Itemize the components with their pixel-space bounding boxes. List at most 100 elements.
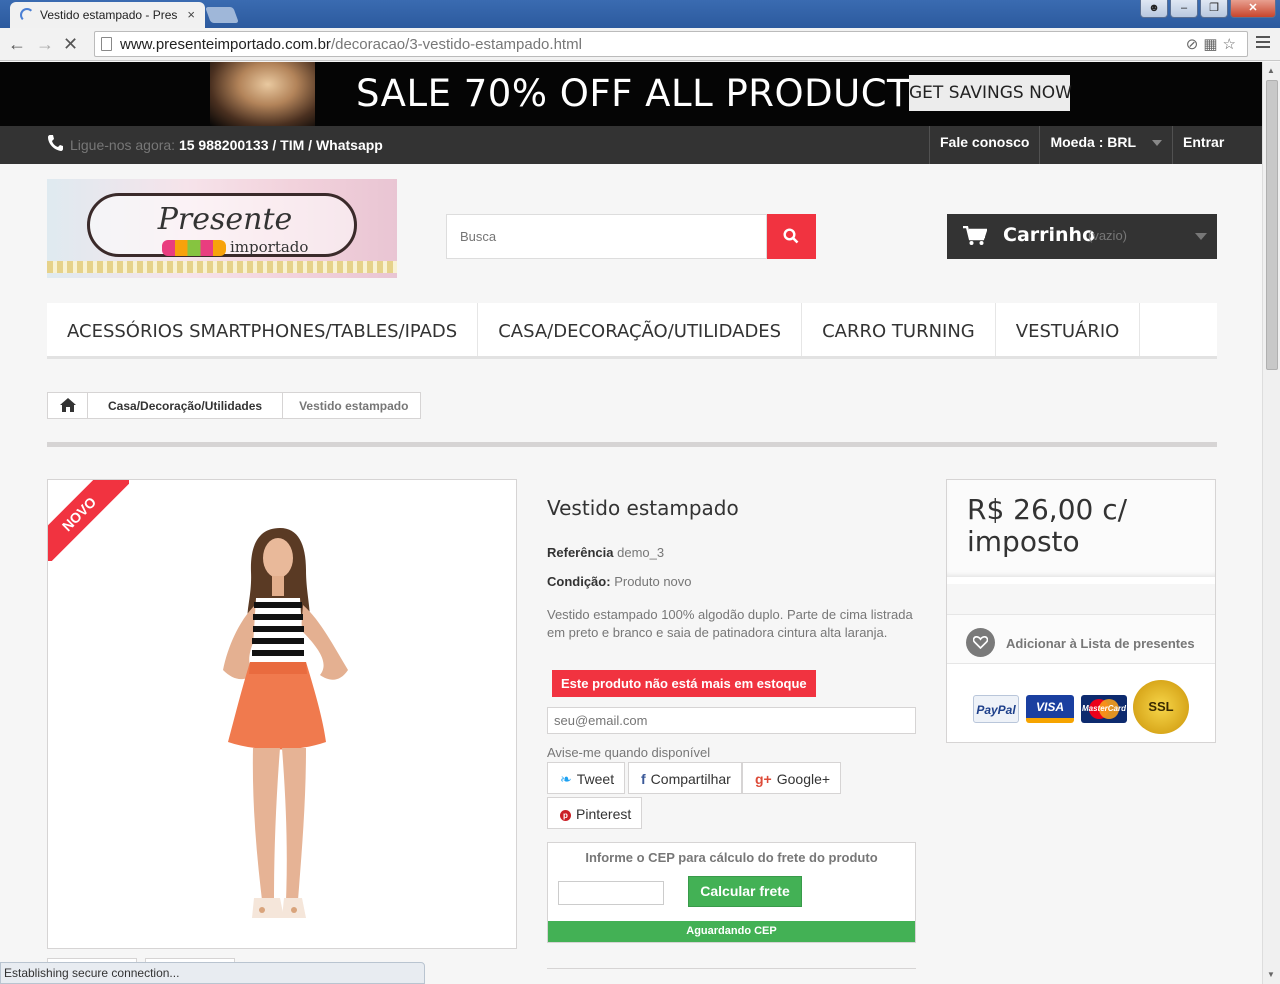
email-field[interactable] bbox=[547, 707, 916, 734]
breadcrumb-home[interactable] bbox=[48, 393, 88, 418]
price-box: R$ 26,00 c/ imposto Adicionar à Lista de… bbox=[946, 479, 1216, 743]
condition-value: Produto novo bbox=[614, 574, 692, 589]
product-reference: Referência demo_3 bbox=[547, 545, 664, 560]
currency-selector[interactable]: Moeda : BRL bbox=[1039, 126, 1172, 164]
ssl-seal-icon: SSL bbox=[1133, 680, 1189, 734]
url-domain: www.presenteimportado.com.br bbox=[120, 36, 331, 53]
logo-subtitle: importado bbox=[230, 238, 309, 256]
contact-link[interactable]: Fale conosco bbox=[929, 126, 1039, 164]
logo-ribbon bbox=[47, 261, 397, 273]
reference-value: demo_3 bbox=[617, 545, 665, 560]
product-title: Vestido estampado bbox=[547, 496, 739, 520]
new-badge: NOVO bbox=[48, 480, 129, 561]
search-button[interactable] bbox=[767, 214, 816, 259]
address-bar: ← → ✕ www.presenteimportado.com.br/decor… bbox=[0, 28, 1280, 61]
scroll-up-icon[interactable]: ▲ bbox=[1267, 66, 1275, 75]
tweet-label: Tweet bbox=[576, 771, 615, 787]
browser-status-bar: Establishing secure connection... bbox=[0, 962, 425, 984]
maximize-icon[interactable]: ❐ bbox=[1200, 0, 1228, 18]
new-tab-button[interactable] bbox=[205, 7, 239, 23]
currency-label: Moeda : BRL bbox=[1050, 134, 1137, 150]
google-plus-icon: g+ bbox=[755, 771, 772, 787]
payment-logos: PayPal VISA MasterCard SSL bbox=[973, 680, 1193, 734]
user-icon[interactable]: ☻ bbox=[1140, 0, 1168, 18]
promo-model-image bbox=[210, 62, 315, 126]
menu-item-carro[interactable]: CARRO TURNING bbox=[802, 303, 996, 356]
cart-status: (vazio) bbox=[1088, 228, 1128, 243]
paypal-logo: PayPal bbox=[973, 695, 1019, 723]
site-logo[interactable]: Presente importado bbox=[47, 179, 397, 278]
breadcrumb-category[interactable]: Casa/Decoração/Utilidades bbox=[88, 393, 282, 418]
pinterest-button[interactable]: p Pinterest bbox=[547, 797, 643, 829]
breadcrumb: Casa/Decoração/Utilidades Vestido estamp… bbox=[47, 392, 422, 419]
phone-label: Ligue-nos agora: bbox=[70, 137, 176, 153]
share-label: Compartilhar bbox=[650, 771, 731, 787]
page-scrollbar[interactable]: ▲ ▼ bbox=[1262, 62, 1280, 984]
heart-icon bbox=[966, 628, 995, 657]
window-close-icon[interactable]: ✕ bbox=[1230, 0, 1276, 18]
product-price: R$ 26,00 c/ imposto bbox=[967, 493, 1128, 558]
top-nav-links: Fale conosco Moeda : BRL Entrar bbox=[929, 126, 1234, 164]
cart-button[interactable]: Carrinho (vazio) bbox=[947, 214, 1217, 259]
facebook-share-button[interactable]: f Compartilhar bbox=[628, 762, 742, 794]
condition-label: Condição: bbox=[547, 574, 611, 589]
notify-when-available-link[interactable]: Avise-me quando disponível bbox=[547, 745, 710, 760]
window-controls: ☻ – ❐ ✕ bbox=[1138, 0, 1276, 18]
browser-tab[interactable]: Vestido estampado - Pres × bbox=[10, 2, 205, 28]
contact-phone: Ligue-nos agora: 15 988200133 / TIM / Wh… bbox=[70, 137, 383, 153]
add-to-wishlist-button[interactable]: Adicionar à Lista de presentes bbox=[947, 614, 1215, 664]
section-divider bbox=[47, 442, 1217, 447]
phone-number: 15 988200133 / TIM / Whatsapp bbox=[178, 137, 383, 153]
login-link[interactable]: Entrar bbox=[1172, 126, 1234, 164]
cart-icon bbox=[963, 226, 987, 245]
bookmark-star-icon[interactable]: ☆ bbox=[1223, 36, 1241, 53]
twitter-icon: ❧ bbox=[560, 771, 572, 787]
facebook-icon: f bbox=[641, 771, 646, 787]
chevron-down-icon bbox=[1152, 140, 1163, 147]
tweet-button[interactable]: ❧ Tweet bbox=[547, 762, 626, 794]
loading-spinner-icon bbox=[20, 8, 34, 22]
menu-item-vestuario[interactable]: VESTUÁRIO bbox=[996, 303, 1141, 356]
logo-hearts-icon bbox=[162, 240, 226, 256]
cep-input[interactable] bbox=[558, 881, 664, 905]
promo-banner[interactable]: SALE 70% OFF ALL PRODUCTS GET SAVINGS NO… bbox=[0, 62, 1262, 126]
product-condition: Condição: Produto novo bbox=[547, 574, 692, 589]
main-menu: ACESSÓRIOS SMARTPHONES/TABLES/IPADS CASA… bbox=[47, 303, 1217, 359]
pinterest-icon: p bbox=[560, 810, 571, 821]
breadcrumb-current: Vestido estampado bbox=[282, 393, 420, 418]
menu-item-acessorios[interactable]: ACESSÓRIOS SMARTPHONES/TABLES/IPADS bbox=[47, 303, 479, 356]
google-label: Google+ bbox=[776, 771, 831, 787]
pinterest-label: Pinterest bbox=[576, 806, 632, 822]
shipping-status: Aguardando CEP bbox=[548, 921, 915, 942]
home-icon bbox=[60, 398, 76, 412]
logo-title: Presente bbox=[157, 202, 293, 237]
reference-label: Referência bbox=[547, 545, 614, 560]
browser-tabbar: Vestido estampado - Pres × ☻ – ❐ ✕ bbox=[0, 0, 1280, 28]
product-image[interactable]: NOVO bbox=[47, 479, 517, 949]
phone-icon bbox=[48, 135, 63, 151]
back-icon[interactable]: ← bbox=[8, 34, 26, 55]
search-input[interactable] bbox=[446, 214, 767, 259]
price-panel: R$ 26,00 c/ imposto bbox=[947, 480, 1215, 577]
translate-icon[interactable]: ▦ bbox=[1203, 36, 1222, 53]
visa-logo: VISA bbox=[1026, 695, 1074, 723]
scroll-down-icon[interactable]: ▼ bbox=[1267, 970, 1275, 979]
tracking-icon[interactable]: ⊘ bbox=[1186, 36, 1204, 53]
scroll-thumb[interactable] bbox=[1266, 80, 1278, 370]
get-savings-button[interactable]: GET SAVINGS NOW bbox=[909, 75, 1072, 111]
page-icon bbox=[101, 37, 112, 51]
menu-item-casa[interactable]: CASA/DECORAÇÃO/UTILIDADES bbox=[478, 303, 803, 356]
forward-icon[interactable]: → bbox=[36, 34, 54, 55]
minimize-icon[interactable]: – bbox=[1170, 0, 1198, 18]
browser-menu-icon[interactable] bbox=[1256, 36, 1270, 51]
stop-icon[interactable]: ✕ bbox=[63, 34, 78, 55]
shipping-calculator: Informe o CEP para cálculo do frete do p… bbox=[547, 842, 916, 943]
url-input[interactable]: www.presenteimportado.com.br/decoracao/3… bbox=[94, 31, 1248, 57]
stock-status-badge: Este produto não está mais em estoque bbox=[552, 670, 816, 697]
google-plus-button[interactable]: g+ Google+ bbox=[742, 762, 842, 794]
tab-close-icon[interactable]: × bbox=[187, 7, 195, 22]
top-nav: Ligue-nos agora: 15 988200133 / TIM / Wh… bbox=[0, 126, 1262, 164]
calculate-shipping-button[interactable]: Calcular frete bbox=[688, 876, 802, 907]
wishlist-label: Adicionar à Lista de presentes bbox=[1006, 636, 1195, 651]
omnibox-actions: ⊘▦☆ bbox=[1186, 35, 1241, 53]
